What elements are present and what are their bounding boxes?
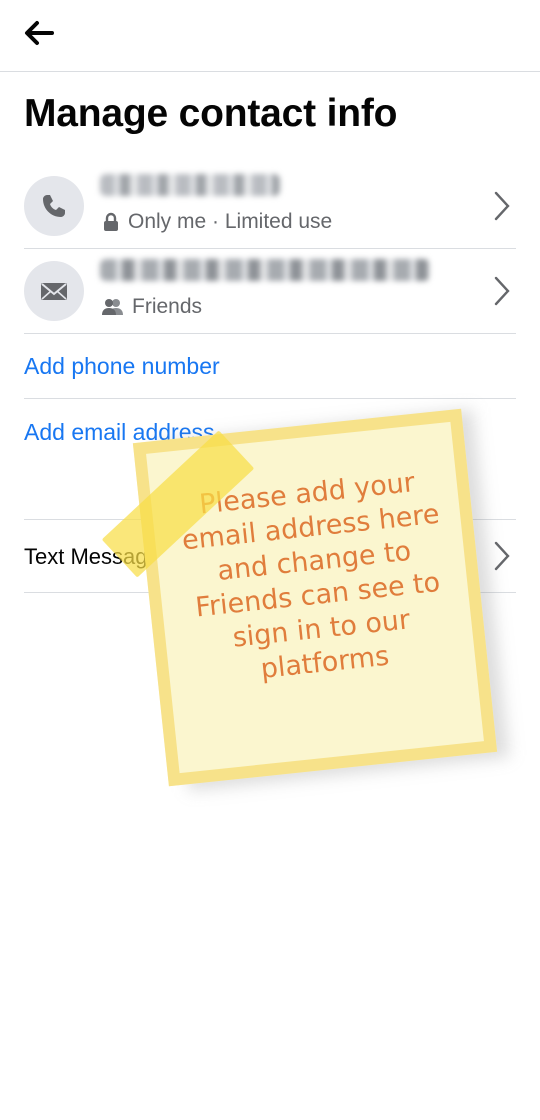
phone-icon-circle <box>24 176 84 236</box>
privacy-label: Friends <box>132 295 203 318</box>
redacted-email-address <box>100 259 430 281</box>
add-phone-number-link[interactable]: Add phone number <box>24 334 516 399</box>
page-title: Manage contact info <box>24 92 398 135</box>
chevron-right-icon <box>494 276 510 306</box>
redacted-phone-number <box>100 174 280 196</box>
friends-icon <box>102 299 123 315</box>
email-icon-circle <box>24 261 84 321</box>
privacy-setting: Friends <box>102 295 202 319</box>
lock-icon <box>104 212 118 231</box>
privacy-setting: Only me · Limited use <box>102 210 332 234</box>
back-button[interactable] <box>22 18 62 50</box>
contact-row-phone[interactable]: Only me · Limited use <box>24 166 516 249</box>
arrow-left-icon <box>25 21 54 45</box>
envelope-icon <box>41 283 67 300</box>
phone-icon <box>43 195 65 217</box>
privacy-label: Only me · Limited use <box>128 210 333 233</box>
chevron-right-icon <box>494 541 510 571</box>
chevron-right-icon <box>494 191 510 221</box>
top-bar <box>0 0 540 72</box>
contact-row-email[interactable]: Friends <box>24 249 516 334</box>
